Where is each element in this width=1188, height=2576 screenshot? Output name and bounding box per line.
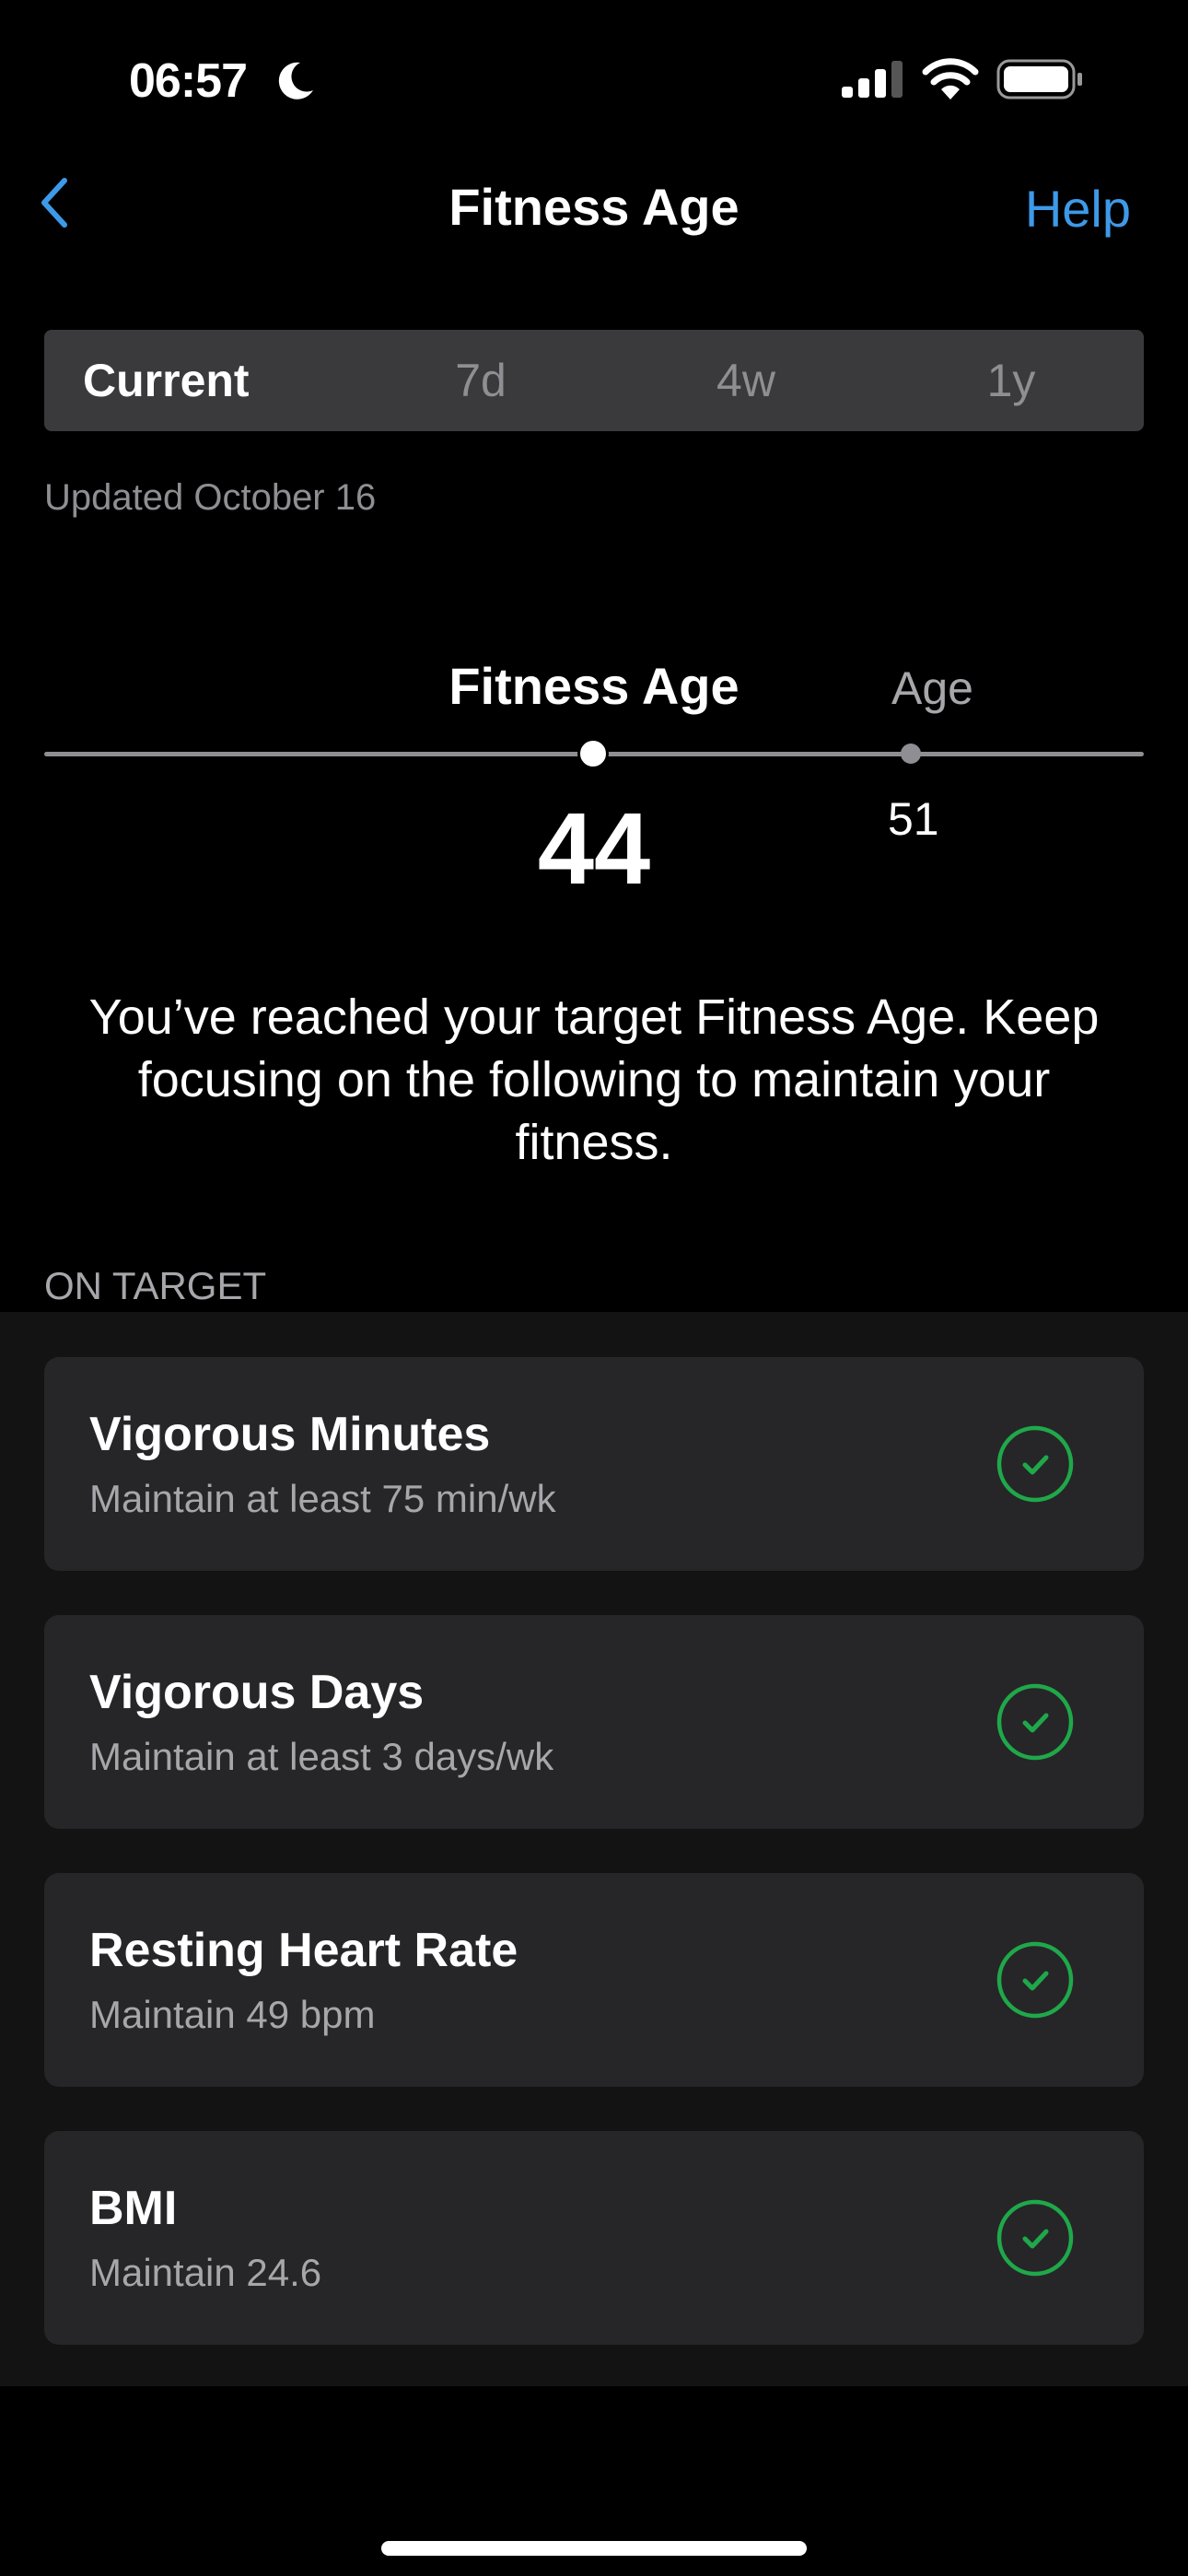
card-subtitle: Maintain 24.6 — [89, 2251, 322, 2294]
segment-1y[interactable]: 1y — [879, 330, 1144, 431]
battery-icon — [996, 59, 1082, 100]
home-indicator[interactable] — [381, 2541, 807, 2556]
target-card-vigorous-days[interactable]: Vigorous Days Maintain at least 3 days/w… — [44, 1615, 1144, 1829]
fitness-age-label: Fitness Age — [448, 657, 740, 715]
updated-date: Updated October 16 — [44, 477, 377, 518]
moon-icon — [278, 62, 313, 100]
cellular-signal-icon — [842, 61, 903, 98]
fitness-age-value: 44 — [537, 792, 651, 906]
fitness-age-marker — [577, 738, 609, 769]
card-title: BMI — [89, 2182, 178, 2235]
card-subtitle: Maintain at least 75 min/wk — [89, 1477, 556, 1520]
check-circle-icon — [996, 1425, 1074, 1503]
card-subtitle: Maintain at least 3 days/wk — [89, 1735, 554, 1778]
status-message: You’ve reached your target Fitness Age. … — [88, 989, 1100, 1170]
check-circle-icon — [996, 1941, 1074, 2019]
segment-current[interactable]: Current — [44, 330, 348, 431]
help-button[interactable]: Help — [1025, 179, 1131, 239]
status-time: 06:57 — [129, 54, 248, 108]
age-label: Age — [891, 662, 973, 714]
wifi-icon — [922, 58, 979, 100]
target-card-resting-heart-rate[interactable]: Resting Heart Rate Maintain 49 bpm — [44, 1873, 1144, 2087]
age-value: 51 — [888, 793, 939, 845]
check-circle-icon — [996, 1683, 1074, 1761]
card-title: Vigorous Minutes — [89, 1408, 491, 1461]
card-title: Vigorous Days — [89, 1666, 425, 1719]
page-title: Fitness Age — [448, 178, 740, 236]
segment-7d[interactable]: 7d — [348, 330, 613, 431]
check-circle-icon — [996, 2199, 1074, 2277]
target-card-vigorous-minutes[interactable]: Vigorous Minutes Maintain at least 75 mi… — [44, 1357, 1144, 1571]
time-range-segmented-control: Current 7d 4w 1y — [44, 330, 1144, 431]
card-title: Resting Heart Rate — [89, 1924, 518, 1977]
age-marker — [901, 744, 921, 764]
segment-4w[interactable]: 4w — [613, 330, 879, 431]
card-subtitle: Maintain 49 bpm — [89, 1993, 376, 2036]
target-card-bmi[interactable]: BMI Maintain 24.6 — [44, 2131, 1144, 2345]
section-header-on-target: ON TARGET — [44, 1264, 267, 1307]
